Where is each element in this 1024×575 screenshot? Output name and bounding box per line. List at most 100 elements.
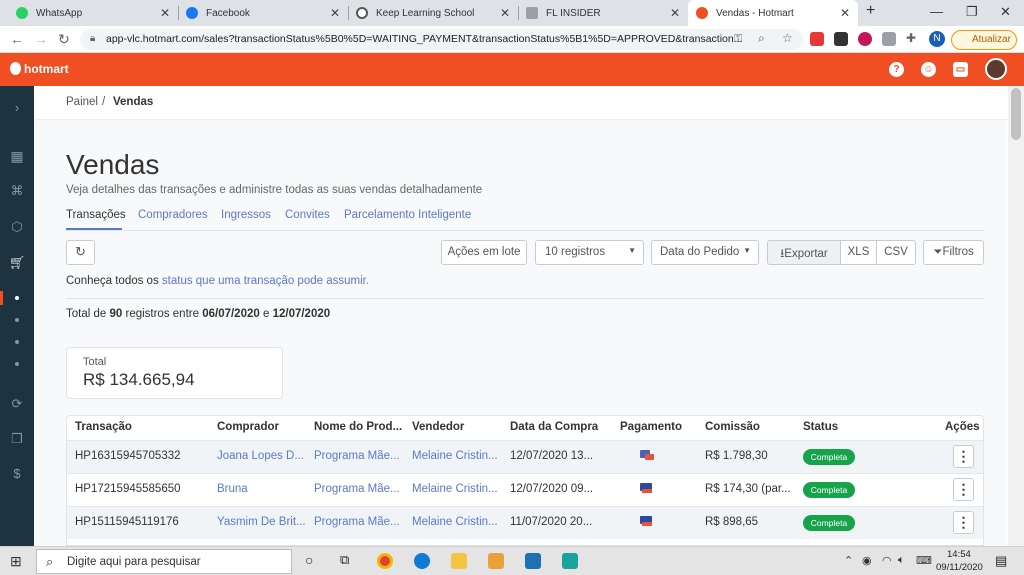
csv-button[interactable]: CSV xyxy=(876,240,916,265)
submenu-dot[interactable] xyxy=(15,362,19,366)
volume-icon[interactable]: 🔈︎ xyxy=(898,554,905,567)
breadcrumb-painel[interactable]: Painel xyxy=(66,96,98,108)
profile-avatar[interactable]: N xyxy=(929,31,945,47)
filters-button[interactable]: ⏷Filtros xyxy=(923,240,984,265)
cart-icon[interactable]: 🛒︎ xyxy=(0,255,34,271)
close-icon[interactable]: ✕ xyxy=(160,6,170,20)
close-icon[interactable]: ✕ xyxy=(500,6,510,20)
tab-compradores[interactable]: Compradores xyxy=(138,209,208,221)
puzzle-icon[interactable]: ✚ xyxy=(906,31,916,45)
refresh-cycle-icon[interactable]: ⟳ xyxy=(0,396,34,412)
table-row[interactable]: HP16315945705332 Joana Lopes D... Progra… xyxy=(67,440,983,473)
extension-icon[interactable] xyxy=(834,32,848,46)
star-icon[interactable]: ☆ xyxy=(782,31,793,45)
tab-parcelamento[interactable]: Parcelamento Inteligente xyxy=(344,209,471,221)
export-button[interactable]: ⭳Exportar xyxy=(767,240,841,265)
language-icon[interactable]: ⌨ xyxy=(916,554,932,567)
tab-convites[interactable]: Convites xyxy=(285,209,330,221)
close-icon[interactable]: ✕ xyxy=(840,6,850,20)
wifi-icon[interactable]: ◠ xyxy=(882,554,892,567)
task-view-icon[interactable]: ⧉ xyxy=(340,552,349,568)
row-actions-button[interactable]: ⋮ xyxy=(953,511,974,534)
product-box-icon[interactable]: ⬡ xyxy=(0,219,34,235)
hotmart-logo[interactable]: hotmart xyxy=(10,62,69,76)
column-header[interactable]: Comissão xyxy=(705,421,760,433)
column-header[interactable]: Data da Compra xyxy=(510,421,598,433)
chat-bubbles-icon[interactable]: ❐ xyxy=(0,431,34,447)
column-header[interactable]: Pagamento xyxy=(620,421,682,433)
tab-whatsapp[interactable]: WhatsApp ✕ xyxy=(8,0,178,26)
media-player-icon[interactable] xyxy=(488,553,504,569)
page-size-select[interactable]: 10 registros ▼ xyxy=(535,240,644,265)
close-icon[interactable]: ✕ xyxy=(670,6,680,20)
clock-date[interactable]: 09/11/2020 xyxy=(936,562,983,573)
new-tab-button[interactable]: + xyxy=(866,2,875,20)
extension-icon[interactable] xyxy=(882,32,896,46)
buyer-link[interactable]: Joana Lopes D... xyxy=(217,450,307,462)
dashboard-grid-icon[interactable]: ▦ xyxy=(0,148,34,165)
column-header[interactable]: Nome do Prod... xyxy=(314,421,402,433)
user-avatar[interactable] xyxy=(985,58,1007,80)
product-link[interactable]: Programa Mãe... xyxy=(314,450,404,462)
page-scrollbar[interactable] xyxy=(1008,86,1024,546)
network-status-icon[interactable]: ◉ xyxy=(862,554,872,567)
tab-fl-insider[interactable]: FL INSIDER ✕ xyxy=(518,0,688,26)
maximize-button[interactable]: ❐ xyxy=(966,4,978,20)
xls-button[interactable]: XLS xyxy=(840,240,877,265)
seller-link[interactable]: Melaine Cristin... xyxy=(412,483,502,495)
chat-icon[interactable]: ▭ xyxy=(953,62,968,77)
tab-keep-learning[interactable]: Keep Learning School ✕ xyxy=(348,0,518,26)
close-icon[interactable]: ✕ xyxy=(330,6,340,20)
chrome-icon[interactable] xyxy=(377,553,393,569)
product-link[interactable]: Programa Mãe... xyxy=(314,483,404,495)
buyer-link[interactable]: Bruna xyxy=(217,483,307,495)
refresh-button[interactable]: ↻ xyxy=(66,240,95,265)
youtube-extension-icon[interactable] xyxy=(810,32,824,46)
url-input[interactable]: 🔒︎ app-vlc.hotmart.com/sales?transaction… xyxy=(80,29,803,50)
back-arrow-icon[interactable]: ← xyxy=(10,31,24,47)
table-row[interactable]: HP17215945585650 Bruna Programa Mãe... M… xyxy=(67,473,983,506)
close-window-button[interactable]: ✕ xyxy=(1000,4,1011,20)
status-info-link[interactable]: status que uma transação pode assumir. xyxy=(162,275,369,287)
column-header[interactable]: Comprador xyxy=(217,421,279,433)
seller-link[interactable]: Melaine Cristin... xyxy=(412,516,502,528)
sort-by-select[interactable]: Data do Pedido ▼ xyxy=(651,240,759,265)
buyer-link[interactable]: Yasmim De Brit... xyxy=(217,516,307,528)
support-icon[interactable]: ☺ xyxy=(921,62,936,77)
app-icon[interactable] xyxy=(562,553,578,569)
help-icon[interactable]: ? xyxy=(889,62,904,77)
minimize-button[interactable]: — xyxy=(930,4,943,19)
cortana-icon[interactable]: ○ xyxy=(305,552,313,568)
scrollbar-thumb[interactable] xyxy=(1011,88,1021,140)
file-explorer-icon[interactable] xyxy=(451,553,467,569)
tab-transacoes[interactable]: Transações xyxy=(66,209,126,221)
reload-icon[interactable]: ↻ xyxy=(58,31,70,48)
clock-time[interactable]: 14:54 xyxy=(947,549,971,560)
submenu-dot[interactable] xyxy=(15,340,19,344)
dollar-icon[interactable]: $ xyxy=(0,466,34,481)
zoom-icon[interactable]: ⌕ xyxy=(758,31,765,46)
edge-icon[interactable] xyxy=(414,553,430,569)
taskbar-search-input[interactable]: ⌕ Digite aqui para pesquisar xyxy=(36,549,292,574)
notifications-icon[interactable]: ▤ xyxy=(995,553,1007,569)
windows-start-icon[interactable]: ⊞ xyxy=(10,553,22,570)
submenu-dot[interactable] xyxy=(15,318,19,322)
key-icon[interactable]: ⚿ xyxy=(734,33,742,46)
forward-arrow-icon[interactable]: → xyxy=(34,31,48,47)
tab-ingressos[interactable]: Ingressos xyxy=(221,209,271,221)
table-row[interactable]: HP15115945119176 Yasmim De Brit... Progr… xyxy=(67,506,983,539)
bulk-actions-button[interactable]: Ações em lote xyxy=(441,240,527,265)
update-button[interactable]: Atualizar xyxy=(951,30,1017,50)
chevron-up-icon[interactable]: ⌃ xyxy=(844,554,853,567)
seller-link[interactable]: Melaine Cristin... xyxy=(412,450,502,462)
network-icon[interactable]: ⌘ xyxy=(0,183,34,199)
row-actions-button[interactable]: ⋮ xyxy=(953,478,974,501)
extension-icon[interactable] xyxy=(858,32,872,46)
column-header[interactable]: Vendedor xyxy=(412,421,464,433)
expand-chevron-icon[interactable]: › xyxy=(0,100,34,115)
column-header[interactable]: Transação xyxy=(75,421,132,433)
tab-facebook[interactable]: Facebook ✕ xyxy=(178,0,348,26)
product-link[interactable]: Programa Mãe... xyxy=(314,516,404,528)
row-actions-button[interactable]: ⋮ xyxy=(953,445,974,468)
submenu-dot[interactable] xyxy=(15,296,19,300)
